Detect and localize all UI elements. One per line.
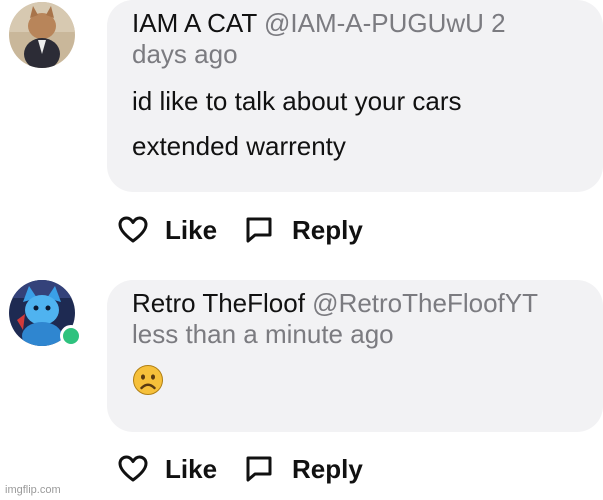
comment-bubble-icon bbox=[245, 455, 273, 483]
reply-label: Reply bbox=[292, 453, 363, 484]
avatar[interactable] bbox=[9, 2, 75, 68]
like-button[interactable]: Like bbox=[118, 454, 217, 485]
comment-bubble-icon bbox=[245, 216, 273, 244]
reply-button[interactable]: Reply bbox=[245, 454, 363, 485]
comment-bubble: Retro TheFloof @RetroTheFloofYT less tha… bbox=[107, 280, 603, 432]
comment-body: id like to talk about your cars extended… bbox=[132, 79, 583, 169]
comment-timestamp-number: 2 bbox=[491, 8, 506, 38]
comment-timestamp: less than a minute ago bbox=[132, 319, 394, 349]
comment-bubble: IAM A CAT @IAM-A-PUGUwU 2 days ago id li… bbox=[107, 0, 603, 192]
comment-actions: Like Reply bbox=[118, 452, 363, 486]
frowning-face-icon bbox=[132, 364, 164, 396]
comment-handle[interactable]: @IAM-A-PUGUwU bbox=[264, 8, 484, 38]
comment-header: Retro TheFloof @RetroTheFloofYT less tha… bbox=[132, 288, 583, 350]
reply-label: Reply bbox=[292, 214, 363, 245]
comment-author[interactable]: IAM A CAT bbox=[132, 8, 257, 38]
online-status-indicator bbox=[60, 325, 82, 347]
reply-button[interactable]: Reply bbox=[245, 215, 363, 246]
comment-handle[interactable]: @RetroTheFloofYT bbox=[312, 288, 538, 318]
comment-timestamp: days ago bbox=[132, 39, 238, 69]
heart-icon bbox=[118, 216, 148, 244]
comment-line: extended warrenty bbox=[132, 131, 346, 161]
like-button[interactable]: Like bbox=[118, 215, 217, 246]
heart-icon bbox=[118, 455, 148, 483]
comment-line: id like to talk about your cars bbox=[132, 86, 462, 116]
comment-header: IAM A CAT @IAM-A-PUGUwU 2 days ago bbox=[132, 8, 583, 70]
comment-author[interactable]: Retro TheFloof bbox=[132, 288, 305, 318]
comment-actions: Like Reply bbox=[118, 213, 363, 247]
like-label: Like bbox=[165, 453, 218, 484]
watermark: imgflip.com bbox=[5, 484, 61, 496]
like-label: Like bbox=[165, 214, 218, 245]
